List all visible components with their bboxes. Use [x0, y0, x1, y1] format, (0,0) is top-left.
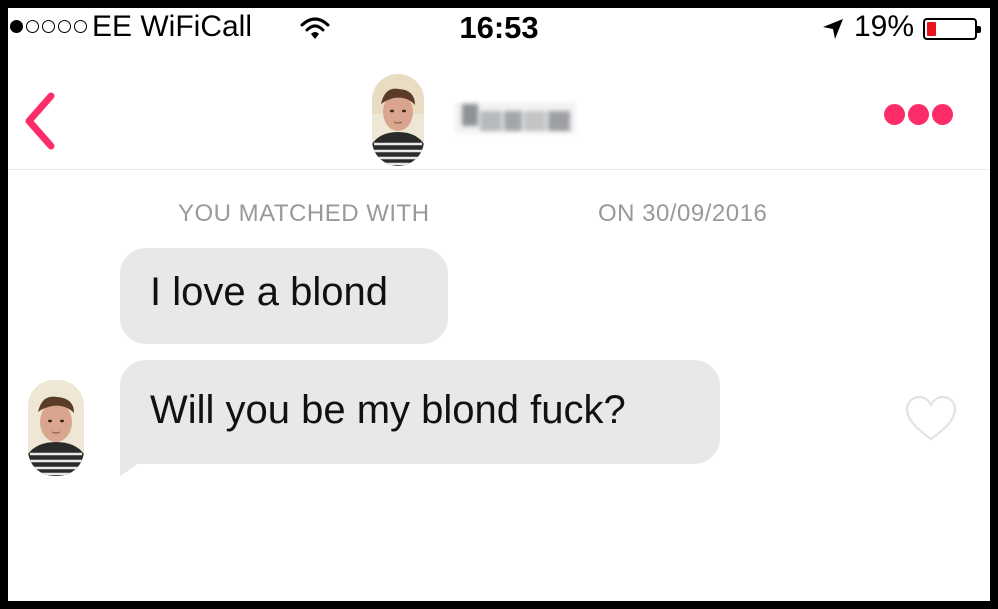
- battery-percentage: 19%: [854, 10, 915, 43]
- battery-level: [927, 22, 936, 36]
- matched-with-label: YOU MATCHED WITH: [178, 200, 430, 227]
- match-name-blurred[interactable]: [454, 102, 576, 134]
- chat-header: [8, 48, 990, 170]
- heart-outline-icon[interactable]: [904, 394, 958, 442]
- matched-date: ON 30/09/2016: [598, 200, 768, 227]
- battery-terminal: [977, 26, 981, 33]
- status-bar: EE WiFiCall 16:53 19%: [8, 8, 990, 48]
- message-bubble[interactable]: I love a blond: [120, 248, 448, 344]
- app-screen: EE WiFiCall 16:53 19% YOU MATCHED WITH O…: [8, 8, 990, 601]
- location-arrow-icon: [823, 19, 843, 39]
- more-dot: [908, 104, 929, 125]
- battery-icon: [923, 18, 981, 40]
- more-dots-icon[interactable]: [884, 104, 953, 125]
- more-dot: [932, 104, 953, 125]
- message-bubble[interactable]: Will you be my blond fuck?: [120, 360, 720, 464]
- more-dot: [884, 104, 905, 125]
- match-avatar[interactable]: [372, 74, 424, 166]
- sender-avatar[interactable]: [28, 380, 84, 476]
- chevron-left-icon[interactable]: [22, 92, 58, 150]
